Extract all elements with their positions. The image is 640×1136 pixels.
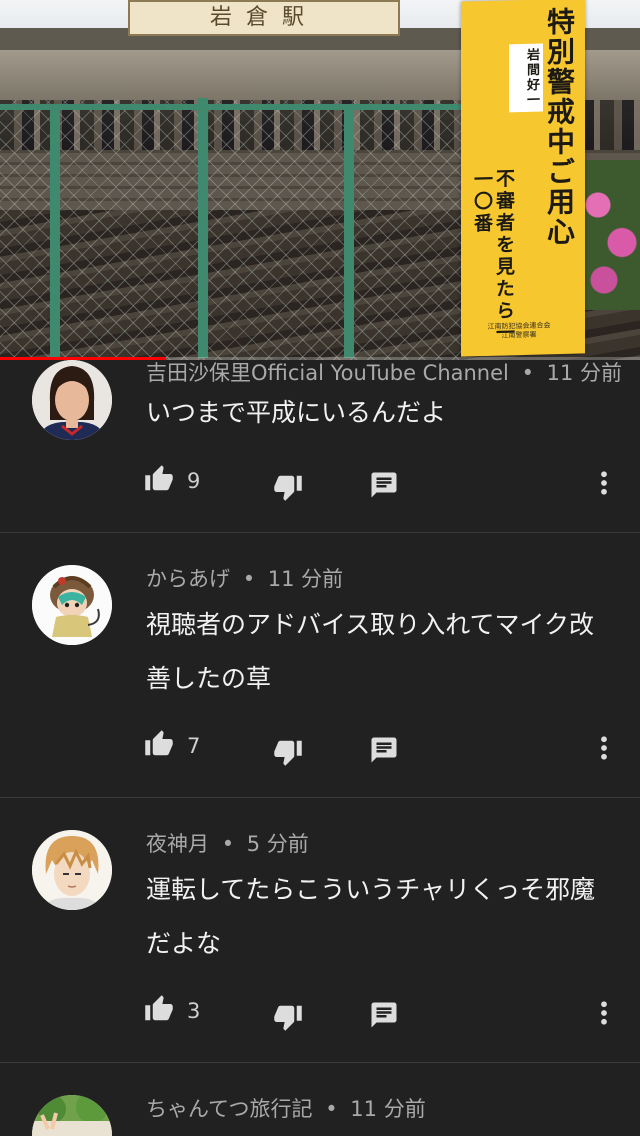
fence-post: [344, 108, 354, 358]
like-button[interactable]: [144, 994, 174, 1028]
dislike-button[interactable]: [273, 1002, 303, 1036]
more-vertical-icon: [601, 736, 607, 760]
like-button[interactable]: [144, 464, 174, 498]
thumbs-down-icon: [274, 740, 302, 766]
comment-item: 夜神月 • 5 分前 運転してたらこういうチャリくっそ邪魔だよな 3: [0, 798, 640, 1063]
more-vertical-icon: [601, 1001, 607, 1025]
fence-rail: [0, 104, 470, 110]
comment-time: 11 分前: [350, 1097, 426, 1121]
like-count: 3: [187, 999, 201, 1023]
comment-time: 5 分前: [246, 832, 309, 856]
more-options-button[interactable]: [594, 998, 614, 1032]
dislike-button[interactable]: [273, 737, 303, 771]
comment-item: ちゃんてつ旅行記 • 11 分前: [0, 1063, 640, 1136]
comment-reply-icon: [371, 737, 397, 763]
warning-banner: 特別警戒中ご用心 岩間好一 不審者を見たら一一〇番 江南防犯協会連合会 江南警察…: [461, 0, 585, 357]
comment-text: 視聴者のアドバイス取り入れてマイク改善したの草: [146, 610, 595, 693]
like-count: 9: [187, 469, 201, 493]
comment-meta: ちゃんてつ旅行記 • 11 分前: [146, 1093, 426, 1123]
comment-reply-icon: [371, 472, 397, 498]
more-options-button[interactable]: [594, 468, 614, 502]
outdoor-photo-avatar[interactable]: [32, 1095, 112, 1136]
comment-time: 11 分前: [546, 361, 623, 385]
chain-link-fence: [0, 100, 470, 360]
comment-author[interactable]: からあげ: [146, 567, 230, 591]
reply-button[interactable]: [369, 1000, 399, 1034]
comment-author[interactable]: 吉田沙保里Official YouTube Channel: [146, 361, 509, 385]
thumbs-up-icon: [145, 995, 173, 1021]
like-count: 7: [187, 734, 201, 758]
video-player[interactable]: 岩倉駅 特別警戒中ご用心 岩間好一 不審者を見たら一一〇番 江南防犯協会連合会 …: [0, 0, 640, 360]
anime-boy-avatar[interactable]: [32, 830, 112, 910]
comment-time: 11 分前: [267, 567, 344, 591]
comment-meta: 吉田沙保里Official YouTube Channel • 11 分前: [146, 360, 622, 387]
meta-separator: •: [521, 361, 534, 385]
person-photo-avatar[interactable]: [32, 360, 112, 440]
meta-separator: •: [242, 567, 256, 591]
thumbs-up-icon: [145, 730, 173, 756]
anime-character-avatar[interactable]: [32, 565, 112, 645]
fence-post: [50, 108, 60, 358]
comment-list: 吉田沙保里Official YouTube Channel • 11 分前 いつ…: [0, 360, 640, 1136]
reply-button[interactable]: [369, 735, 399, 769]
reply-button[interactable]: [369, 470, 399, 504]
more-options-button[interactable]: [594, 733, 614, 767]
thumbs-up-icon: [145, 465, 173, 491]
banner-footer: 江南防犯協会連合会 江南警察署: [479, 321, 559, 341]
dislike-button[interactable]: [273, 472, 303, 506]
comment-item: 吉田沙保里Official YouTube Channel • 11 分前 いつ…: [0, 360, 640, 533]
banner-main-text: 特別警戒中ご用心: [543, 6, 576, 248]
comment-item: からあげ • 11 分前 視聴者のアドバイス取り入れてマイク改善したの草 7: [0, 533, 640, 798]
banner-name-tag: 岩間好一: [509, 43, 543, 113]
comment-author[interactable]: 夜神月: [146, 832, 209, 856]
fence-post: [198, 98, 208, 358]
thumbs-down-icon: [274, 1005, 302, 1031]
azalea-flowers: [580, 160, 640, 310]
comment-author[interactable]: ちゃんてつ旅行記: [146, 1097, 313, 1121]
comment-text: いつまで平成にいるんだよ: [146, 398, 447, 427]
like-button[interactable]: [144, 729, 174, 763]
more-vertical-icon: [601, 471, 607, 495]
comment-meta: からあげ • 11 分前: [146, 563, 343, 593]
station-sign: 岩倉駅: [128, 0, 400, 36]
comment-reply-icon: [371, 1002, 397, 1028]
meta-separator: •: [221, 832, 235, 856]
thumbs-down-icon: [274, 475, 302, 501]
meta-separator: •: [325, 1097, 338, 1121]
comment-text: 運転してたらこういうチャリくっそ邪魔だよな: [146, 875, 596, 958]
comment-meta: 夜神月 • 5 分前: [146, 828, 309, 858]
